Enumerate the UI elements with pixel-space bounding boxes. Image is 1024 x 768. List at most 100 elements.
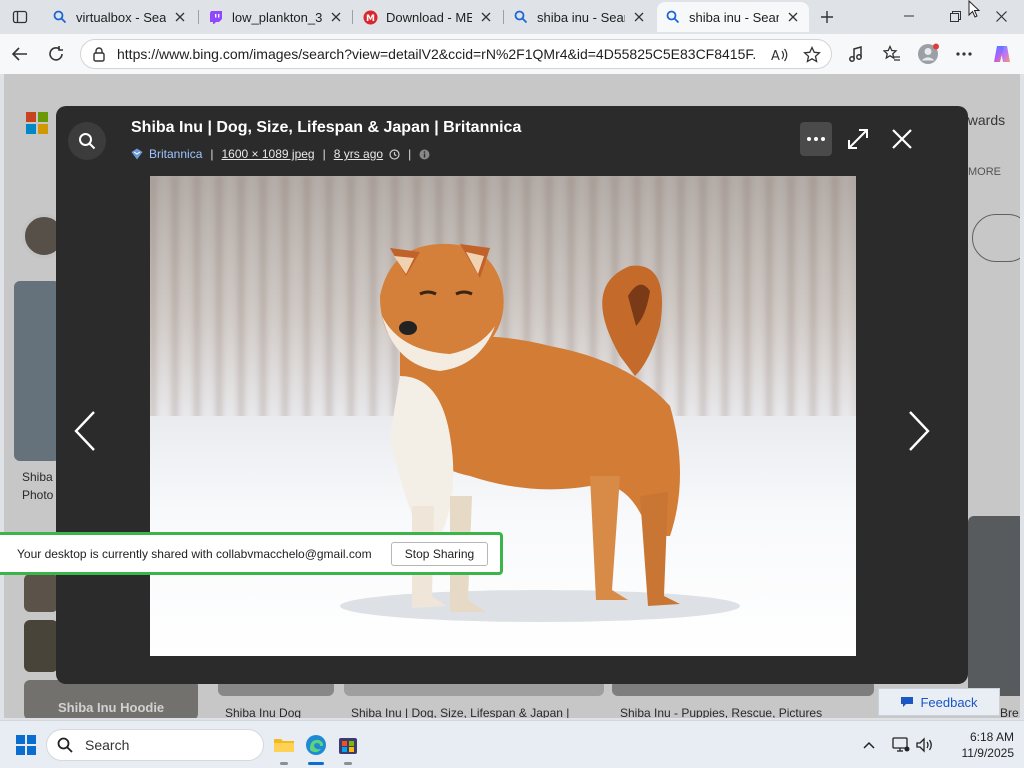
info-icon[interactable] xyxy=(419,149,430,160)
app-indicator xyxy=(280,762,288,765)
address-bar[interactable]: https://www.bing.com/images/search?view=… xyxy=(80,39,832,69)
back-button[interactable] xyxy=(6,40,34,68)
new-tab-button[interactable] xyxy=(814,4,840,30)
close-icon[interactable] xyxy=(785,9,801,25)
network-button[interactable] xyxy=(890,733,912,757)
app-indicator xyxy=(344,762,352,765)
refresh-button[interactable] xyxy=(42,40,70,68)
lock-icon[interactable] xyxy=(91,46,107,62)
store-app[interactable] xyxy=(334,731,362,765)
source-link[interactable]: Britannica xyxy=(149,147,202,161)
avatar-icon xyxy=(918,43,939,64)
feedback-button[interactable]: Feedback xyxy=(878,688,1000,716)
close-icon[interactable] xyxy=(478,9,494,25)
tab-virtualbox[interactable]: virtualbox - Searc xyxy=(44,2,196,32)
close-window-button[interactable] xyxy=(978,0,1024,32)
favorite-star-button[interactable] xyxy=(801,44,823,66)
fullscreen-button[interactable] xyxy=(842,122,874,156)
extensions-button[interactable] xyxy=(842,40,870,68)
volume-button[interactable] xyxy=(914,733,936,757)
tab-title: low_plankton_33 xyxy=(232,9,322,25)
tab-shiba-search-active[interactable]: shiba inu - Search xyxy=(657,2,809,32)
edge-icon xyxy=(306,735,326,755)
plus-icon xyxy=(821,11,833,23)
history-icon xyxy=(389,148,400,160)
show-hidden-icons-button[interactable] xyxy=(858,733,880,757)
settings-menu-button[interactable] xyxy=(950,40,978,68)
image-dimensions-link[interactable]: 1600 × 1089 jpeg xyxy=(222,147,315,161)
tab-divider xyxy=(198,10,199,24)
mouse-cursor-icon xyxy=(968,0,981,18)
image-age-link[interactable]: 8 yrs ago xyxy=(334,147,383,161)
file-explorer-app[interactable] xyxy=(270,731,298,765)
stop-sharing-button[interactable]: Stop Sharing xyxy=(391,542,488,566)
copilot-button[interactable] xyxy=(988,40,1016,68)
tab-title: virtualbox - Searc xyxy=(76,9,166,25)
browser-toolbar: https://www.bing.com/images/search?view=… xyxy=(0,34,1024,74)
next-image-button[interactable] xyxy=(904,406,934,456)
favorites-icon xyxy=(883,45,900,61)
bing-search-icon xyxy=(665,9,681,25)
read-aloud-icon: A xyxy=(771,48,788,63)
edge-browser-app[interactable] xyxy=(302,731,330,765)
mega-icon: M xyxy=(362,9,378,25)
close-icon[interactable] xyxy=(328,9,344,25)
feedback-icon xyxy=(901,697,914,707)
tab-strip: virtualbox - Searc low_plankton_33 M Dow… xyxy=(0,0,1024,34)
svg-text:M: M xyxy=(366,14,375,24)
previous-image-button[interactable] xyxy=(70,406,100,456)
music-extension-icon xyxy=(849,46,862,62)
visual-search-button[interactable] xyxy=(68,122,106,160)
tab-divider xyxy=(503,10,504,24)
profile-button[interactable] xyxy=(914,40,942,68)
back-arrow-icon xyxy=(11,47,27,61)
windows-taskbar: Search 6:18 AM 11/9/2025 xyxy=(0,720,1024,768)
close-icon xyxy=(995,10,1007,22)
twitch-icon xyxy=(208,9,224,25)
clock-date: 11/9/2025 xyxy=(961,746,1015,760)
read-aloud-button[interactable]: A xyxy=(769,44,791,66)
system-clock[interactable]: 6:18 AM 11/9/2025 xyxy=(944,729,1015,761)
desktop-share-banner: Your desktop is currently shared with co… xyxy=(0,532,503,575)
image-title[interactable]: Shiba Inu | Dog, Size, Lifespan & Japan … xyxy=(131,119,521,137)
more-options-button[interactable] xyxy=(800,122,832,156)
tab-actions-icon xyxy=(12,10,28,24)
tab-mega[interactable]: M Download - MEG xyxy=(354,2,502,32)
taskbar-search-placeholder: Search xyxy=(85,737,130,753)
refresh-icon xyxy=(49,46,63,61)
start-button[interactable] xyxy=(16,735,36,755)
svg-text:A: A xyxy=(771,49,780,63)
minimize-icon xyxy=(904,15,914,17)
close-icon[interactable] xyxy=(631,9,647,25)
app-grid-icon xyxy=(339,738,357,754)
url-text[interactable]: https://www.bing.com/images/search?view=… xyxy=(117,46,757,62)
tab-twitch[interactable]: low_plankton_33 xyxy=(200,2,352,32)
share-message: Your desktop is currently shared with co… xyxy=(17,546,372,561)
tab-title: shiba inu - Search xyxy=(689,9,779,25)
shiba-inu-photo[interactable] xyxy=(150,176,856,656)
taskbar-search-box[interactable]: Search xyxy=(46,729,264,761)
feedback-label: Feedback xyxy=(920,694,978,710)
more-dots-icon xyxy=(956,52,972,56)
chevron-left-icon xyxy=(74,411,95,451)
minimize-button[interactable] xyxy=(886,0,932,32)
favorites-button[interactable] xyxy=(878,40,906,68)
star-icon xyxy=(803,46,821,63)
restore-icon xyxy=(949,10,961,22)
chevron-up-icon xyxy=(863,741,875,749)
meta-divider: | xyxy=(322,147,326,161)
image-meta: Britannica | 1600 × 1089 jpeg | 8 yrs ag… xyxy=(131,147,430,161)
tab-divider xyxy=(352,10,353,24)
search-icon xyxy=(79,133,96,150)
tab-actions-button[interactable] xyxy=(8,6,32,28)
britannica-logo-icon xyxy=(131,148,143,160)
tab-shiba-search-1[interactable]: shiba inu - Search xyxy=(505,2,655,32)
close-icon xyxy=(892,129,912,149)
shiba-dog-illustration xyxy=(340,243,740,622)
search-icon xyxy=(57,737,73,753)
app-indicator xyxy=(308,762,324,765)
bing-search-icon xyxy=(513,9,529,25)
close-icon[interactable] xyxy=(172,9,188,25)
speaker-icon xyxy=(916,737,932,753)
close-viewer-button[interactable] xyxy=(886,122,918,156)
